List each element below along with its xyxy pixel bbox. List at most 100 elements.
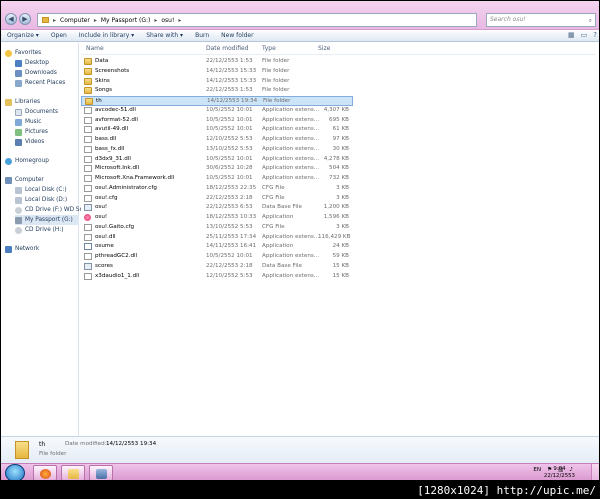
search-input[interactable]: Search osu! ⌕ — [486, 13, 596, 27]
clock-time: 9:04 — [553, 466, 566, 472]
file-row[interactable]: x3daudio1_1.dll 12/10/2552 5:53 Applicatio… — [81, 272, 353, 282]
column-size[interactable]: Size — [318, 45, 330, 52]
file-name: avutil-49.dll — [95, 126, 129, 133]
file-row[interactable]: Songs 22/12/2553 1:53 File folder — [81, 86, 353, 96]
folder-icon — [42, 17, 49, 23]
computer-icon — [5, 176, 12, 184]
file-type: File folder — [262, 58, 290, 64]
file-size: 59 KB — [332, 253, 349, 259]
watermark: [1280x1024] http://upic.me/ — [417, 484, 596, 497]
file-row[interactable]: osume 14/11/2553 16:41 Application 24 KB — [81, 242, 353, 252]
organize-button[interactable]: Organize ▾ — [1, 30, 45, 42]
nav-pictures[interactable]: Pictures — [15, 127, 48, 137]
back-button[interactable]: ◀ — [5, 13, 17, 25]
file-date: 22/12/2553 6:53 — [206, 204, 253, 211]
taskbar-app[interactable] — [89, 465, 113, 480]
file-type: Application — [262, 243, 294, 250]
nav-local-disk-c[interactable]: Local Disk (C:) — [15, 185, 67, 195]
hard-drive-icon — [15, 196, 22, 204]
pictures-icon — [15, 128, 22, 136]
file-row[interactable]: Screenshots 14/12/2553 15:33 File folder — [81, 67, 353, 77]
open-button[interactable]: Open — [45, 30, 73, 42]
column-type[interactable]: Type — [262, 45, 276, 52]
file-row[interactable]: Microsoft.Xna.Framework.dll 10/5/2552 10:… — [81, 174, 353, 184]
help-icon[interactable]: ? — [593, 31, 597, 39]
file-size: 15 KB — [332, 262, 349, 269]
column-name[interactable]: Name — [86, 45, 104, 52]
nav-homegroup[interactable]: Homegroup — [5, 156, 49, 166]
file-row[interactable]: avformat-52.dll 10/5/2552 10:01 Applicatio… — [81, 116, 353, 126]
clock[interactable]: 9:04 22/12/2553 — [544, 466, 575, 480]
forward-button[interactable]: ▶ — [19, 13, 31, 25]
show-desktop-button[interactable] — [591, 464, 599, 480]
new-folder-button[interactable]: New folder — [215, 30, 259, 42]
file-row[interactable]: scores 22/12/2553 2:18 Data Base File 15 KB — [81, 262, 353, 272]
back-arrow-icon: ◀ — [8, 15, 14, 23]
documents-icon — [15, 108, 22, 116]
network-icon — [5, 245, 12, 253]
breadcrumb-computer[interactable]: Computer — [60, 17, 90, 24]
nav-computer[interactable]: Computer — [5, 175, 44, 185]
nav-cd-drive-h[interactable]: CD Drive (H:) — [15, 225, 64, 235]
file-row[interactable]: bass_fx.dll 13/10/2552 5:53 Application ex… — [81, 145, 353, 155]
start-button[interactable] — [5, 464, 25, 480]
nav-recent-places[interactable]: Recent Places — [15, 78, 65, 88]
language-indicator[interactable]: EN — [533, 467, 541, 473]
preview-pane-icon[interactable]: ▭ — [581, 31, 588, 39]
file-date: 14/11/2553 16:41 — [206, 243, 257, 250]
nav-desktop[interactable]: Desktop — [15, 58, 49, 68]
address-bar[interactable]: ▸ Computer ▸ My Passport (G:) ▸ osu! ▸ — [37, 13, 477, 27]
cd-drive-icon — [15, 226, 22, 234]
file-row[interactable]: osu!.Gaito.cfg 13/10/2552 5:53 CFG File 3 K… — [81, 223, 353, 233]
file-row[interactable]: Microsoft.Ink.dll 30/6/2552 10:28 Applicat… — [81, 164, 353, 174]
nav-cd-drive-f[interactable]: CD Drive (F:) WD Smi — [15, 205, 87, 215]
taskbar-explorer[interactable] — [61, 465, 85, 480]
file-size: 695 KB — [329, 116, 349, 123]
nav-downloads[interactable]: Downloads — [15, 68, 57, 78]
nav-music[interactable]: Music — [15, 117, 42, 127]
recent-places-icon — [15, 79, 22, 87]
nav-libraries[interactable]: Libraries — [5, 97, 40, 107]
file-row[interactable]: osu! 22/12/2553 6:53 Data Base File 1,200 K… — [81, 203, 353, 213]
file-row[interactable]: d3dx9_31.dll 10/5/2552 10:01 Application e… — [81, 155, 353, 165]
file-icon — [84, 233, 92, 241]
nav-favorites[interactable]: Favorites — [5, 48, 41, 58]
file-row[interactable]: osu!.Administrator.cfg 18/12/2553 22:35 CF… — [81, 184, 353, 194]
file-row[interactable]: osu!.dll 25/11/2553 17:34 Application exte… — [81, 233, 353, 243]
file-size: 30 KB — [332, 145, 349, 152]
file-row[interactable]: pthreadGC2.dll 10/5/2552 10:01 Application… — [81, 252, 353, 262]
file-size: 3 KB — [336, 223, 349, 230]
include-in-library-button[interactable]: Include in library ▾ — [73, 30, 140, 42]
search-icon[interactable]: ⌕ — [589, 15, 592, 27]
file-date: 25/11/2553 17:34 — [206, 233, 257, 240]
details-pane: th Date modified: 14/12/2553 19:34 File … — [1, 436, 599, 463]
cd-drive-icon — [15, 206, 22, 214]
file-row[interactable]: bass.dll 12/10/2552 5:53 Application exten… — [81, 135, 353, 145]
share-with-button[interactable]: Share with ▾ — [140, 30, 189, 42]
file-row[interactable]: avcodec-51.dll 10/5/2552 10:01 Application… — [81, 106, 353, 116]
file-row[interactable]: osu! 18/12/2553 10:33 Application 1,596 KB — [81, 213, 353, 223]
osu-icon — [84, 214, 91, 221]
nav-my-passport[interactable]: My Passport (G:) — [15, 215, 79, 225]
file-size: 1,200 KB — [323, 204, 349, 211]
file-date: 13/10/2552 5:53 — [206, 223, 253, 230]
view-options-icon[interactable]: ▦ — [568, 31, 575, 39]
burn-button[interactable]: Burn — [189, 30, 215, 42]
taskbar-firefox[interactable] — [33, 465, 57, 480]
file-row[interactable]: Skins 14/12/2553 15:33 File folder — [81, 77, 353, 87]
column-date-modified[interactable]: Date modified — [206, 45, 249, 52]
file-name: th — [96, 98, 102, 104]
nav-local-disk-d[interactable]: Local Disk (D:) — [15, 195, 67, 205]
file-row[interactable]: avutil-49.dll 10/5/2552 10:01 Application … — [81, 125, 353, 135]
file-row[interactable]: Data 22/12/2553 1:53 File folder — [81, 57, 353, 67]
nav-documents[interactable]: Documents — [15, 107, 58, 117]
breadcrumb-passport[interactable]: My Passport (G:) — [101, 17, 150, 24]
file-date: 10/5/2552 10:01 — [206, 116, 253, 123]
nav-network[interactable]: Network — [5, 244, 39, 254]
breadcrumb-osu[interactable]: osu! — [161, 17, 174, 24]
nav-videos[interactable]: Videos — [15, 137, 44, 147]
file-row[interactable]: th 14/12/2553 19:34 File folder — [81, 96, 353, 106]
file-row[interactable]: osu!.cfg 22/12/2553 2:18 CFG File 3 KB — [81, 194, 353, 204]
file-name: avformat-52.dll — [95, 116, 138, 123]
file-type: CFG File — [262, 223, 285, 230]
